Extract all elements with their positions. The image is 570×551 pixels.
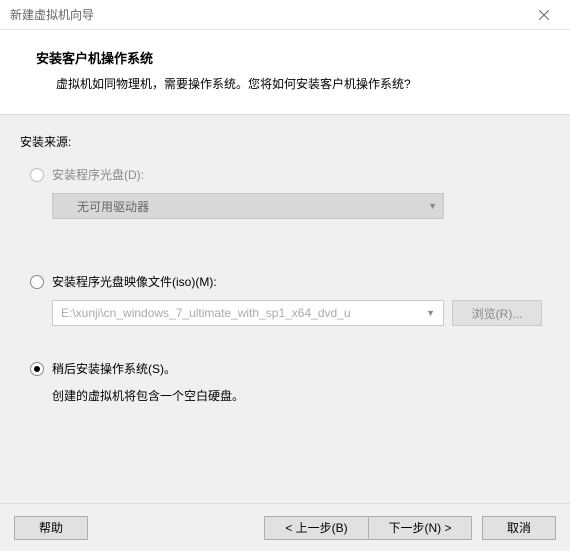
later-description: 创建的虚拟机将包含一个空白硬盘。 [52, 387, 550, 404]
iso-path-input: E:\xunji\cn_windows_7_ultimate_with_sp1_… [52, 300, 444, 326]
option-iso-file: 安装程序光盘映像文件(iso)(M): E:\xunji\cn_windows_… [20, 273, 550, 326]
back-button[interactable]: < 上一步(B) [264, 516, 368, 540]
wizard-footer: 帮助 < 上一步(B) 下一步(N) > 取消 [0, 503, 570, 551]
chevron-down-icon: ▼ [428, 201, 437, 211]
iso-path-value: E:\xunji\cn_windows_7_ultimate_with_sp1_… [61, 306, 351, 320]
window-title: 新建虚拟机向导 [10, 6, 94, 23]
radio-row-later[interactable]: 稍后安装操作系统(S)。 [30, 360, 550, 377]
help-button[interactable]: 帮助 [14, 516, 88, 540]
close-button[interactable] [522, 1, 566, 29]
radio-later-label: 稍后安装操作系统(S)。 [52, 360, 176, 377]
radio-iso-label: 安装程序光盘映像文件(iso)(M): [52, 273, 217, 290]
next-button[interactable]: 下一步(N) > [368, 516, 472, 540]
browse-button: 浏览(R)... [452, 300, 542, 326]
option-install-later: 稍后安装操作系统(S)。 创建的虚拟机将包含一个空白硬盘。 [20, 360, 550, 404]
radio-disc-label: 安装程序光盘(D): [52, 166, 144, 183]
page-title: 安装客户机操作系统 [36, 48, 546, 67]
content-area: 安装来源: 安装程序光盘(D): 无可用驱动器 ▼ 安装程序光盘映像文件(iso… [0, 115, 570, 404]
radio-later [30, 362, 44, 376]
titlebar: 新建虚拟机向导 [0, 0, 570, 30]
close-icon [539, 10, 549, 20]
radio-disc [30, 168, 44, 182]
radio-row-iso[interactable]: 安装程序光盘映像文件(iso)(M): [30, 273, 550, 290]
drive-dropdown-value: 无可用驱动器 [77, 198, 149, 215]
wizard-header: 安装客户机操作系统 虚拟机如同物理机，需要操作系统。您将如何安装客户机操作系统? [0, 30, 570, 115]
option-installer-disc: 安装程序光盘(D): 无可用驱动器 ▼ [20, 166, 550, 219]
chevron-down-icon: ▼ [426, 308, 435, 318]
radio-row-disc[interactable]: 安装程序光盘(D): [30, 166, 550, 183]
cancel-button[interactable]: 取消 [482, 516, 556, 540]
drive-dropdown: 无可用驱动器 ▼ [52, 193, 444, 219]
radio-iso [30, 275, 44, 289]
page-subtitle: 虚拟机如同物理机，需要操作系统。您将如何安装客户机操作系统? [36, 75, 546, 92]
install-source-label: 安装来源: [20, 133, 550, 150]
